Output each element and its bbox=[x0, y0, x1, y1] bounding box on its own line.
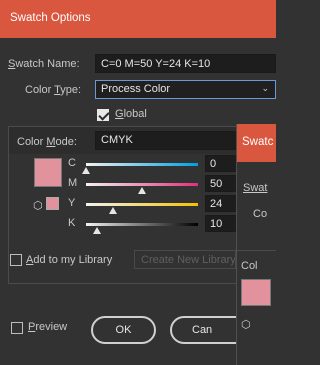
swatch-name-label: Swatch Name: bbox=[8, 58, 80, 70]
dialog-title: Swatch Options bbox=[10, 12, 91, 24]
slider-thumb-y[interactable] bbox=[108, 207, 117, 214]
create-new-library-button[interactable]: Create New Library... bbox=[134, 250, 236, 269]
slider-label-k: K bbox=[68, 217, 76, 229]
dialog-titlebar[interactable]: Swatch Options bbox=[0, 0, 276, 38]
swatch-name-input[interactable]: C=0 M=50 Y=24 K=10 bbox=[95, 54, 276, 73]
slider-label-m: M bbox=[68, 177, 78, 189]
cube-icon[interactable]: ⬡ bbox=[33, 199, 43, 212]
second-panel-border bbox=[237, 250, 276, 251]
second-color-mode-label: Col bbox=[241, 260, 258, 272]
global-checkbox[interactable] bbox=[97, 109, 109, 121]
second-color-preview-swatch bbox=[241, 279, 271, 306]
slider-track-c[interactable] bbox=[86, 163, 198, 166]
second-color-type-label: Co bbox=[253, 208, 268, 220]
out-of-gamut-swatch[interactable] bbox=[46, 197, 59, 210]
second-dialog-title: Swatc bbox=[242, 136, 274, 148]
slider-label-y: Y bbox=[68, 197, 76, 209]
second-dialog-titlebar[interactable]: Swatc bbox=[237, 124, 276, 162]
chevron-down-icon: ⌄ bbox=[261, 83, 269, 93]
slider-track-k[interactable] bbox=[86, 223, 198, 226]
second-swatch-name-label: Swat bbox=[243, 182, 268, 194]
second-cube-icon[interactable]: ⬡ bbox=[241, 318, 251, 331]
slider-track-m[interactable] bbox=[86, 183, 198, 186]
slider-thumb-k[interactable] bbox=[93, 227, 102, 234]
slider-track-y[interactable] bbox=[86, 203, 198, 206]
color-type-select[interactable]: Process Color ⌄ bbox=[95, 80, 276, 99]
add-to-library-label: Add to my Library bbox=[26, 254, 113, 266]
preview-label: Preview bbox=[28, 321, 68, 333]
ok-button[interactable]: OK bbox=[91, 316, 156, 344]
add-to-library-checkbox[interactable] bbox=[10, 254, 22, 266]
color-type-value: Process Color bbox=[101, 83, 171, 95]
slider-thumb-c[interactable] bbox=[82, 167, 90, 174]
color-preview-swatch bbox=[34, 158, 62, 187]
color-type-label: Color Type: bbox=[25, 84, 82, 96]
second-swatch-options-dialog: Swatc Swat Co Col ⬡ bbox=[236, 124, 276, 365]
swatch-options-dialog: Swatch Options Swatch Name: C=0 M=50 Y=2… bbox=[0, 0, 276, 365]
global-label: Global bbox=[115, 108, 147, 120]
preview-checkbox[interactable] bbox=[11, 322, 23, 334]
slider-label-c: C bbox=[68, 157, 76, 169]
color-mode-label: Color Mode: bbox=[17, 136, 77, 148]
slider-thumb-m[interactable] bbox=[138, 187, 146, 194]
color-mode-value: CMYK bbox=[101, 134, 133, 146]
